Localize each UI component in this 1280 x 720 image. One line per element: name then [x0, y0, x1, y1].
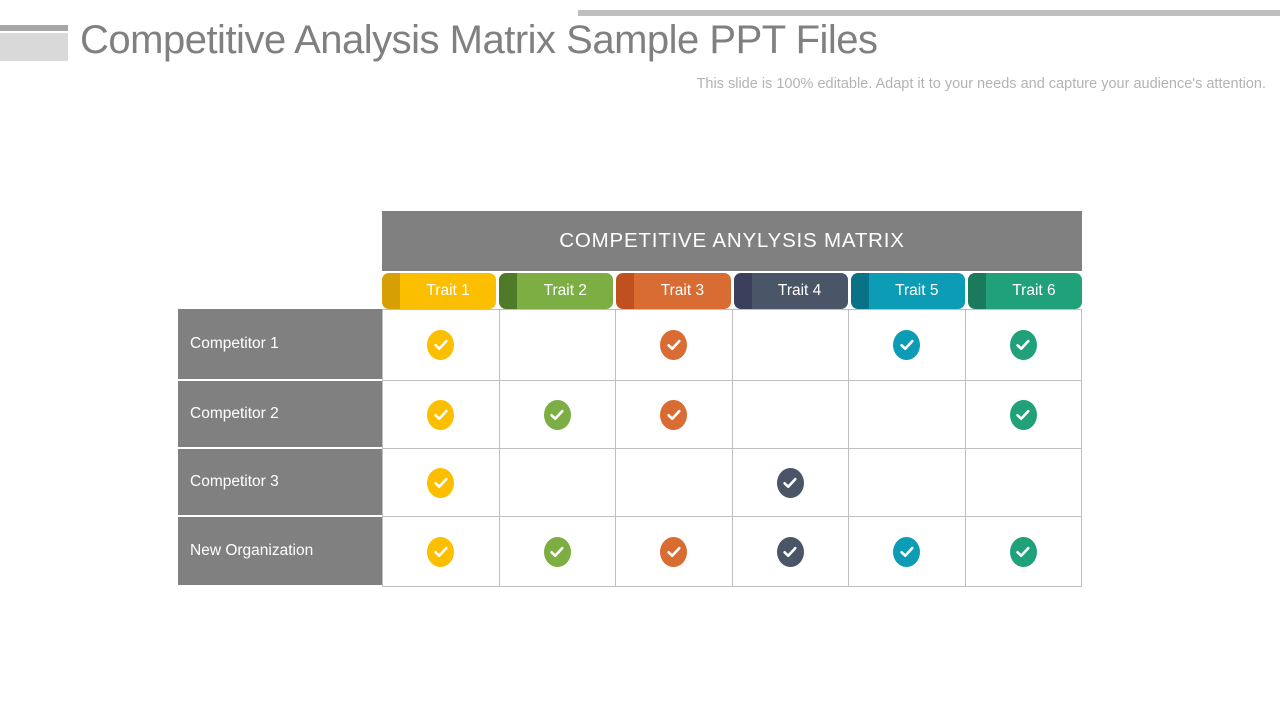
trait-tab-edge [850, 273, 869, 309]
check-circle-icon [1009, 330, 1037, 360]
table-row: Competitor 1 [178, 309, 1082, 381]
page-subtitle: This slide is 100% editable. Adapt it to… [696, 76, 1266, 92]
matrix-cell-checked[interactable] [732, 517, 849, 586]
row-header-label: Competitor 1 [178, 309, 382, 381]
matrix-cell-empty[interactable] [849, 449, 966, 516]
row-cells [382, 517, 1082, 587]
matrix-cell-empty[interactable] [849, 381, 966, 448]
matrix-banner-title: COMPETITIVE ANYLYSIS MATRIX [382, 211, 1082, 271]
corner-decoration-block [0, 33, 68, 61]
matrix-traits-spacer [178, 271, 382, 309]
check-circle-icon [776, 536, 804, 567]
trait-tab-edge [733, 273, 752, 309]
check-circle-icon [1009, 536, 1037, 567]
trait-header-tab[interactable]: Trait 6 [967, 273, 1083, 309]
check-circle-icon [660, 399, 688, 430]
matrix-cell-checked[interactable] [616, 310, 733, 380]
trait-header-tab[interactable]: Trait 2 [499, 273, 614, 309]
matrix-cell-checked[interactable] [849, 310, 966, 380]
competitive-analysis-matrix: COMPETITIVE ANYLYSIS MATRIX Trait 1 Trait… [178, 211, 1083, 587]
row-header-label: Competitor 3 [178, 449, 382, 517]
top-accent-rule [578, 10, 1280, 16]
matrix-cell-checked[interactable] [616, 381, 733, 448]
trait-header-tab[interactable]: Trait 5 [850, 273, 965, 309]
matrix-banner-row: COMPETITIVE ANYLYSIS MATRIX [178, 211, 1082, 271]
matrix-cell-empty[interactable] [965, 449, 1082, 516]
matrix-cell-checked[interactable] [499, 517, 616, 586]
check-circle-icon [776, 467, 804, 498]
trait-tab-edge [499, 273, 518, 309]
trait-tab-edge [616, 273, 635, 309]
trait-tab-edge [967, 273, 986, 309]
trait-tab-label: Trait 1 [400, 273, 497, 309]
check-circle-icon [543, 399, 571, 430]
matrix-banner-spacer [178, 211, 382, 271]
table-row: Competitor 3 [178, 449, 1082, 517]
check-circle-icon [1009, 399, 1037, 430]
table-row: Competitor 2 [178, 381, 1082, 449]
check-circle-icon [893, 536, 921, 567]
check-circle-icon [893, 330, 921, 360]
matrix-cell-checked[interactable] [499, 381, 616, 448]
check-circle-icon [427, 536, 455, 567]
trait-tab-label: Trait 5 [868, 273, 965, 309]
matrix-cell-checked[interactable] [732, 449, 849, 516]
table-row: New Organization [178, 517, 1082, 587]
row-cells [382, 381, 1082, 449]
matrix-cell-checked[interactable] [383, 449, 500, 516]
row-header-label: New Organization [178, 517, 382, 587]
trait-header-tab[interactable]: Trait 1 [382, 273, 497, 309]
corner-decoration-bar [0, 25, 68, 31]
row-header-label: Competitor 2 [178, 381, 382, 449]
matrix-cell-empty[interactable] [499, 310, 616, 380]
row-cells [382, 309, 1082, 381]
check-circle-icon [660, 536, 688, 567]
matrix-cell-empty[interactable] [499, 449, 616, 516]
matrix-cell-checked[interactable] [965, 310, 1082, 380]
matrix-body: Competitor 1 Competitor 2 Competitor 3 New … [178, 309, 1082, 587]
corner-decoration [0, 25, 68, 61]
check-circle-icon [427, 330, 455, 360]
matrix-cell-empty[interactable] [616, 449, 733, 516]
check-circle-icon [543, 536, 571, 567]
matrix-cell-checked[interactable] [616, 517, 733, 586]
matrix-traits-wrapper: Trait 1 Trait 2 Trait 3 Trait 4 Trait 5 Trait… [178, 271, 1083, 309]
matrix-cell-empty[interactable] [732, 310, 849, 380]
trait-tab-label: Trait 3 [634, 273, 731, 309]
trait-tab-label: Trait 6 [985, 273, 1083, 309]
matrix-trait-header-row: Trait 1 Trait 2 Trait 3 Trait 4 Trait 5 Trait… [382, 273, 1083, 309]
trait-tab-edge [382, 273, 400, 309]
matrix-cell-checked[interactable] [383, 517, 500, 586]
trait-tab-label: Trait 2 [517, 273, 614, 309]
trait-tab-label: Trait 4 [751, 273, 848, 309]
matrix-cell-checked[interactable] [965, 517, 1082, 586]
matrix-cell-checked[interactable] [383, 381, 500, 448]
page-title: Competitive Analysis Matrix Sample PPT F… [80, 18, 878, 62]
matrix-cell-empty[interactable] [732, 381, 849, 448]
check-circle-icon [427, 399, 455, 430]
trait-header-tab[interactable]: Trait 4 [733, 273, 848, 309]
trait-header-tab[interactable]: Trait 3 [616, 273, 731, 309]
row-cells [382, 449, 1082, 517]
matrix-cell-checked[interactable] [383, 310, 500, 380]
check-circle-icon [660, 330, 688, 360]
matrix-cell-checked[interactable] [849, 517, 966, 586]
check-circle-icon [427, 467, 455, 498]
matrix-cell-checked[interactable] [965, 381, 1082, 448]
